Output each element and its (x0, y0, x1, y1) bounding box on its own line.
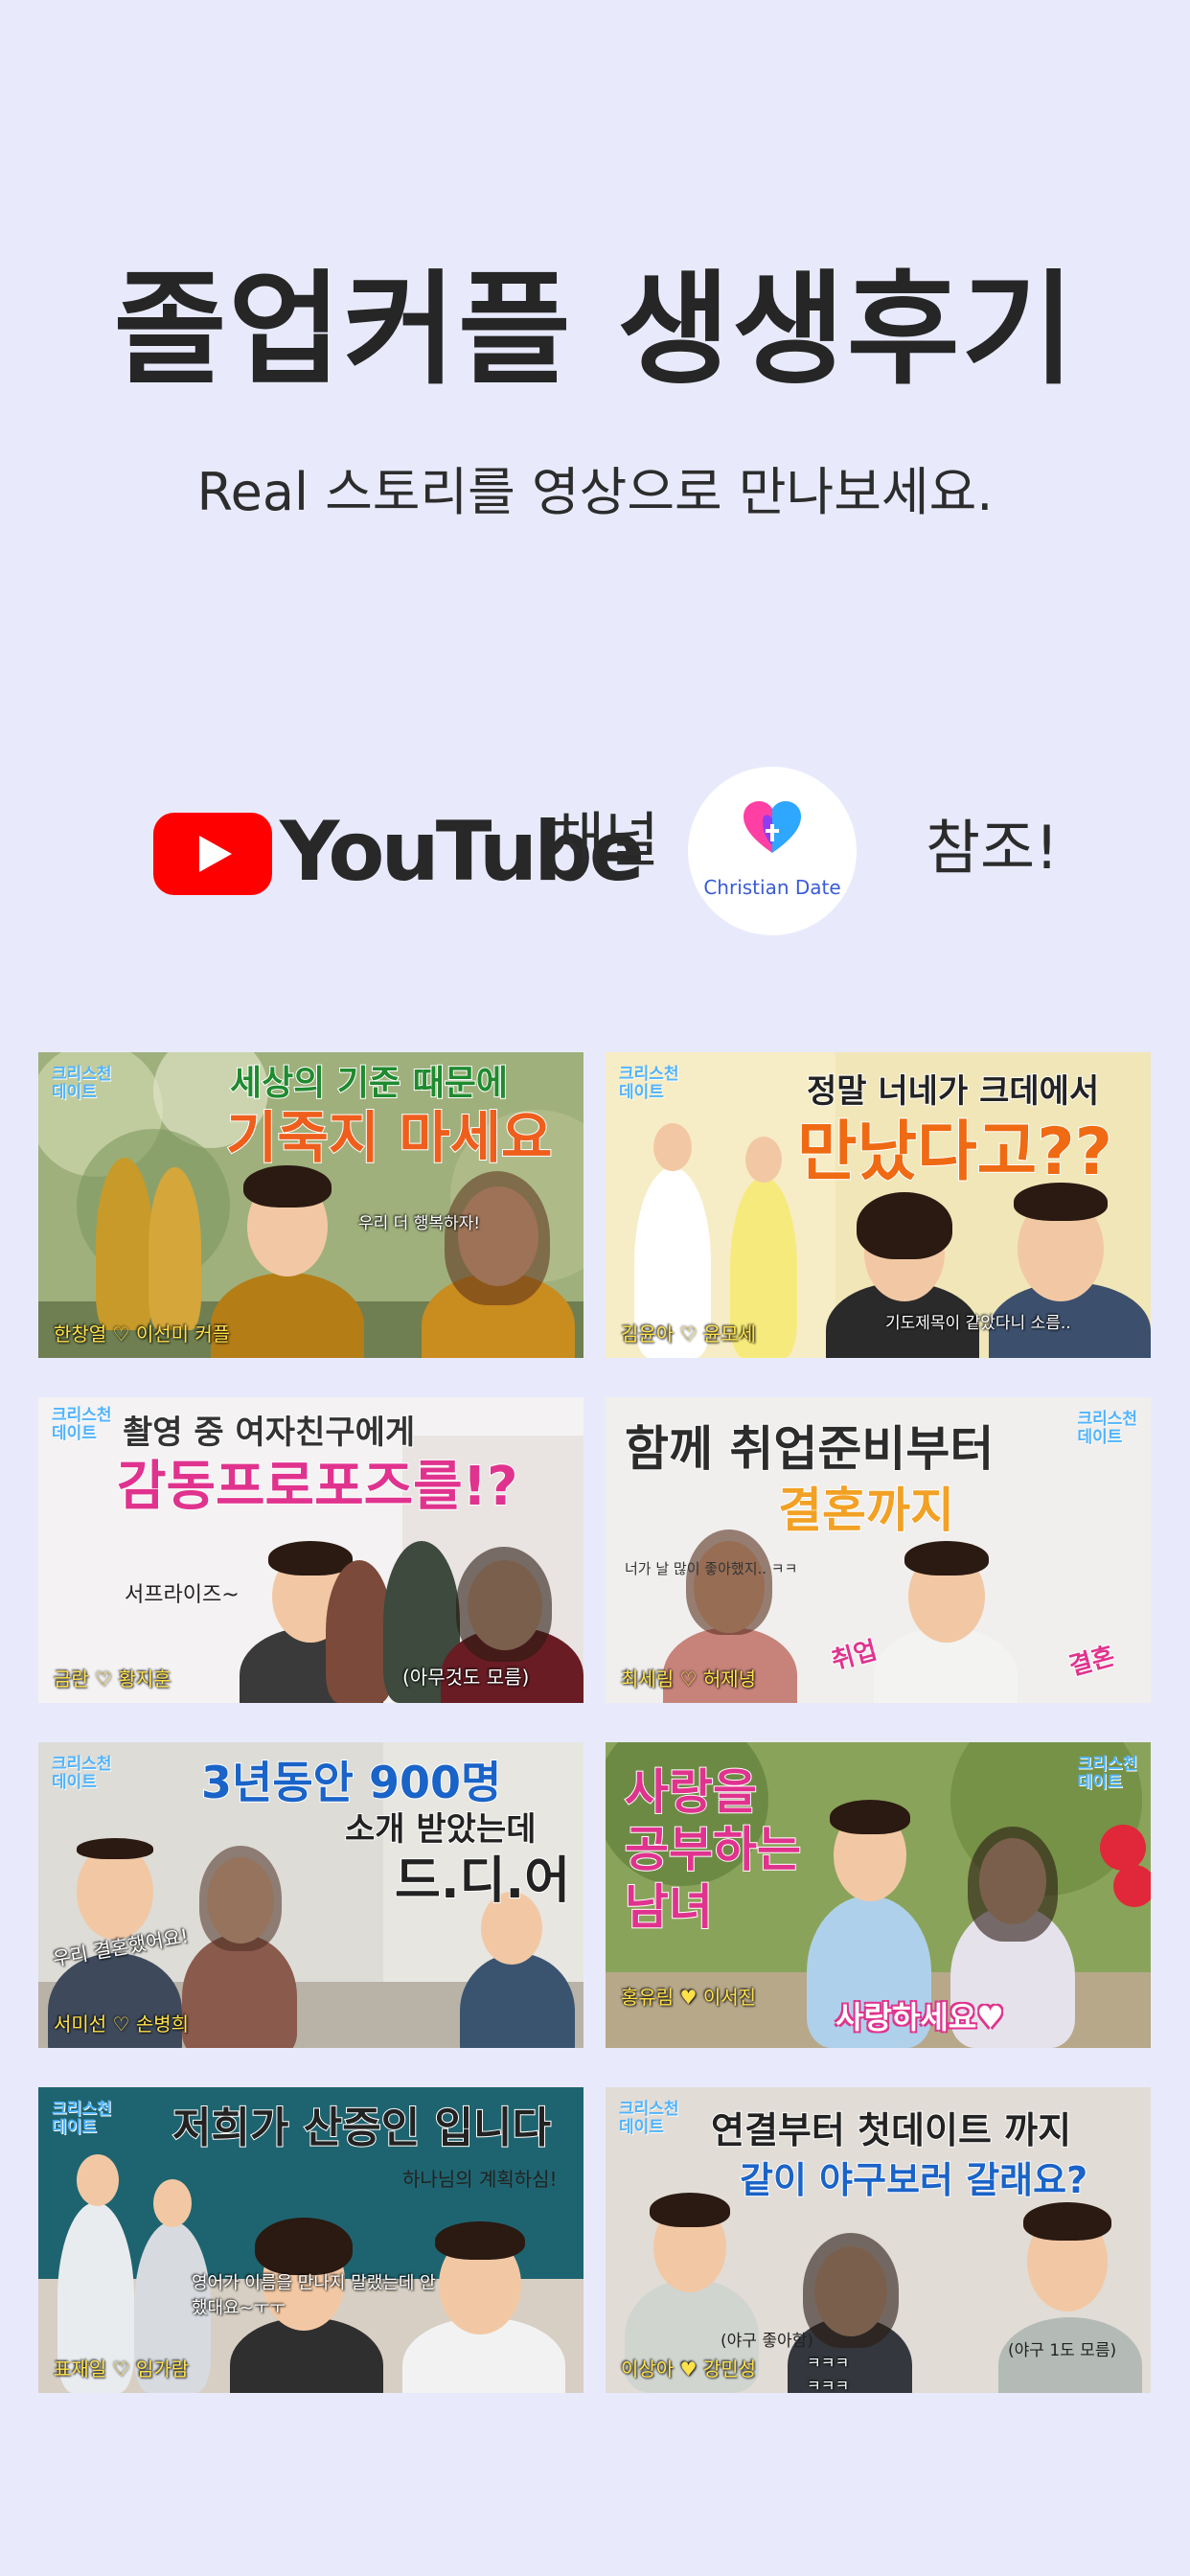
person-hair (968, 1827, 1058, 1942)
channel-logo: 크리스천 데이트 (619, 1065, 679, 1102)
couple-names: 최세림 ♡ 허제녕 (621, 1668, 757, 1690)
video-caption: 영어가 이름을 만나지 말랬는데 안했대요~ㅜㅜ (192, 2273, 436, 2318)
video-title-line2: 결혼까지 (777, 1483, 955, 1539)
person-head (153, 2179, 192, 2227)
video-caption-secondary: (아무것도 모름) (402, 1666, 530, 1689)
video-title-line2: 기죽지 마세요 (225, 1105, 553, 1170)
person-hair (456, 1547, 552, 1662)
video-thumbnail[interactable]: 크리스천 데이트 촬영 중 여자친구에게 감동프로포즈를!? 서프라이즈~ (아무… (38, 1397, 584, 1703)
couple-names: 한창열 ♡ 이선미 커플 (54, 1322, 231, 1346)
video-thumbnail[interactable]: 크리스천 데이트 사랑을 공부하는 남녀 사랑하세요♥ 홍유림 ♥ 이서진 (606, 1742, 1151, 2048)
video-thumbnail[interactable]: 크리스천 데이트 세상의 기준 때문에 기죽지 마세요 우리 더 행복하자! 한창… (38, 1052, 584, 1358)
channel-logo: 크리스천 데이트 (52, 1406, 112, 1443)
person-head (653, 1123, 692, 1171)
page-subtitle: Real 스토리를 영상으로 만나보세요. (196, 462, 994, 522)
couple-names: 금란 ♡ 황지훈 (54, 1668, 172, 1690)
couple-names: 서미선 ♡ 손병희 (54, 2012, 190, 2036)
video-caption: 너가 날 많이 좋아했지.. ㅋㅋ (625, 1560, 798, 1577)
person-hair (803, 2233, 899, 2348)
video-title-line2: 감동프로포즈를!? (116, 1455, 519, 1519)
video-caption: 우리 더 행복하자! (358, 1214, 481, 1233)
couple-names: 홍유림 ♥ 이서진 (621, 1986, 757, 2009)
channel-logo: 크리스천 데이트 (52, 1065, 112, 1102)
video-caption: (야구 좋아함) (721, 2332, 813, 2351)
person-head (745, 1137, 782, 1183)
video-title-line1: 저희가 산증인 입니다 (172, 2103, 552, 2152)
person-hair (857, 1192, 952, 1259)
video-caption-secondary: 하나님의 계획하심! (402, 2168, 558, 2191)
video-caption: 기도제목이 같았다니 소름.. (885, 1314, 1071, 1333)
person-hair (435, 2221, 525, 2260)
video-title-line1: 정말 너네가 크데에서 (806, 1071, 1100, 1111)
person-hair (268, 1541, 353, 1576)
video-thumbnail[interactable]: 크리스천 데이트 정말 너네가 크데에서 만났다고?? 기도제목이 같았다니 소름… (606, 1052, 1151, 1358)
page-title: 졸업커플 생생후기 (113, 259, 1077, 402)
person-hair (77, 1838, 153, 1859)
video-thumbnail[interactable]: 크리스천 데이트 3년동안 900명 소개 받았는데 드.디.어 우리 결혼했어요… (38, 1742, 584, 2048)
person (96, 1158, 153, 1330)
video-title-line2: 같이 야구보러 갈래요? (739, 2158, 1088, 2201)
video-caption-secondary: (야구 1도 모름) (1008, 2341, 1117, 2360)
channel-logo: 크리스천 데이트 (1077, 1755, 1137, 1792)
couple-names: 표재일 ♡ 임가람 (54, 2358, 190, 2380)
video-title-line1: 촬영 중 여자친구에게 (122, 1413, 416, 1452)
refer-label: 참조! (926, 813, 1059, 883)
person-hair (199, 1846, 282, 1951)
youtube-play-icon (153, 813, 272, 895)
video-title-line2: 공부하는 (624, 1822, 802, 1878)
channel-logo: 크리스천 데이트 (52, 1755, 112, 1792)
person (149, 1167, 201, 1330)
brand-name: Christian Date (703, 876, 841, 899)
person-head (77, 2154, 119, 2206)
channel-logo: 크리스천 데이트 (619, 2100, 679, 2137)
christian-date-logo[interactable]: Christian Date (688, 767, 857, 935)
video-title-line2: 소개 받았는데 (344, 1809, 538, 1849)
video-title-line3: 남녀 (624, 1879, 714, 1936)
video-title-line1: 사랑을 (624, 1764, 758, 1821)
video-title-line1: 세상의 기준 때문에 (229, 1063, 509, 1104)
heart-cross-icon (744, 801, 801, 853)
video-thumbnail[interactable]: 크리스천 데이트 저희가 산증인 입니다 하나님의 계획하심! 영어가 이름을 만… (38, 2087, 584, 2393)
person-hair (830, 1800, 910, 1834)
video-title-line1: 함께 취업준비부터 (624, 1421, 995, 1478)
channel-logo: 크리스천 데이트 (1077, 1410, 1137, 1447)
video-title-line3: 드.디.어 (394, 1852, 571, 1911)
person-hair (686, 1530, 772, 1635)
person-hair (445, 1171, 550, 1305)
video-thumbnail[interactable]: 크리스천 데이트 연결부터 첫데이트 까지 같이 야구보러 갈래요? (야구 좋아… (606, 2087, 1151, 2393)
person-hair (1023, 2202, 1111, 2241)
person-hair (255, 2218, 353, 2275)
video-laugh-text: ㅋㅋㅋ ㅋㅋㅋ (807, 2354, 850, 2393)
person-hair (904, 1541, 989, 1576)
video-title-line1: 연결부터 첫데이트 까지 (710, 2108, 1072, 2151)
video-thumbnail[interactable]: 크리스천 데이트 함께 취업준비부터 결혼까지 너가 날 많이 좋아했지.. ㅋㅋ… (606, 1397, 1151, 1703)
video-title-line2: 만났다고?? (796, 1114, 1113, 1190)
video-caption: 서프라이즈~ (125, 1583, 240, 1607)
person-hair (650, 2193, 730, 2227)
person-hair (243, 1165, 332, 1208)
youtube-channel-banner[interactable]: YouTube 채널 Christian Date 참조! (0, 767, 1190, 935)
channel-logo: 크리스천 데이트 (52, 2100, 112, 2137)
couple-names: 김윤아 ♡ 윤모세 (621, 1322, 757, 1346)
couple-names: 이상아 ♥ 강민성 (621, 2358, 757, 2380)
channel-label: 채널 (550, 805, 660, 875)
video-caption: 사랑하세요♥ (835, 1999, 1004, 2036)
video-title-line1: 3년동안 900명 (200, 1757, 502, 1809)
